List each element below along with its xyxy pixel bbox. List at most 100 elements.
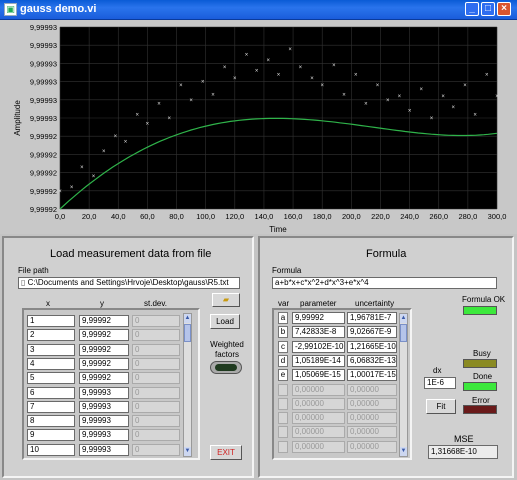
parameter-table-scrollbar[interactable]: ▲ ▼ <box>399 313 408 457</box>
data-x-cell[interactable]: 10 <box>27 443 75 456</box>
parameter-cell[interactable]: 9,99992 <box>292 312 345 324</box>
amplitude-graph: 9,99993 9,99993 9,99993 9,99993 9,99993 9,999… <box>0 20 517 234</box>
parameter-cell[interactable]: 0,00000 <box>292 426 345 439</box>
uncertainty-cell[interactable]: 1,96781E-7 <box>347 312 397 324</box>
data-x-cell[interactable]: 9 <box>27 429 75 442</box>
data-y-cell[interactable]: 9,99992 <box>79 372 129 385</box>
var-name-cell[interactable]: c <box>278 340 288 353</box>
var-name-cell[interactable]: d <box>278 354 288 367</box>
file-path-input[interactable]: ▯ C:\Documents and Settings\Hrvoje\Deskt… <box>18 277 240 289</box>
data-stdev-cell[interactable]: 0 <box>132 443 180 456</box>
data-table-scrollbar[interactable]: ▲ ▼ <box>183 313 192 457</box>
data-stdev-cell[interactable]: 0 <box>132 386 180 399</box>
scroll-down-icon[interactable]: ▼ <box>184 447 191 456</box>
data-x-cell[interactable]: 2 <box>27 329 75 342</box>
data-y-cell[interactable]: 9,99993 <box>79 400 129 413</box>
var-name-cell[interactable] <box>278 426 288 439</box>
data-y-cell[interactable]: 9,99992 <box>79 343 129 356</box>
data-x-cell[interactable]: 7 <box>27 400 75 413</box>
formula-input[interactable]: a+b*x+c*x^2+d*x^3+e*x^4 <box>272 277 497 289</box>
minimize-button[interactable]: _ <box>465 2 479 16</box>
parameter-cell[interactable]: -2,99102E-10 <box>292 340 345 353</box>
var-name-cell[interactable]: e <box>278 369 288 382</box>
data-y-cell[interactable]: 9,99992 <box>79 315 129 327</box>
var-name-cell[interactable]: a <box>278 312 288 324</box>
data-stdev-cell[interactable]: 0 <box>132 329 180 342</box>
uncertainty-cell[interactable]: 6,06832E-13 <box>347 354 397 367</box>
scroll-down-icon[interactable]: ▼ <box>400 447 407 456</box>
y-tick-label: 9,99993 <box>30 114 57 123</box>
weighted-factors-toggle[interactable] <box>210 361 242 374</box>
toggle-indicator <box>215 364 237 371</box>
parameter-cell[interactable]: 0,00000 <box>292 383 345 396</box>
uncertainty-cell[interactable]: 1,00017E-15 <box>347 369 397 382</box>
data-point: × <box>376 83 380 89</box>
scroll-thumb[interactable] <box>184 324 191 342</box>
var-name-cell[interactable]: b <box>278 326 288 339</box>
data-x-cell[interactable]: 5 <box>27 372 75 385</box>
col-stdev-header: st.dev. <box>144 299 167 308</box>
var-name-cell[interactable] <box>278 383 288 396</box>
y-tick-label: 9,99992 <box>30 205 57 214</box>
parameter-cell[interactable]: 0,00000 <box>292 440 345 453</box>
scroll-up-icon[interactable]: ▲ <box>184 314 191 323</box>
data-x-cell[interactable]: 4 <box>27 357 75 370</box>
parameter-cell[interactable]: 7,42833E-8 <box>292 326 345 339</box>
busy-label: Busy <box>473 349 491 358</box>
data-x-cell[interactable]: 1 <box>27 315 75 327</box>
dx-input[interactable]: 1E-6 <box>424 377 456 389</box>
y-tick-label: 9,99992 <box>30 187 57 196</box>
data-x-cell[interactable]: 3 <box>27 343 75 356</box>
data-stdev-cell[interactable]: 0 <box>132 315 180 327</box>
maximize-button[interactable]: □ <box>481 2 495 16</box>
uncertainty-cell[interactable]: 0,00000 <box>347 412 397 425</box>
uncertainty-cell[interactable]: 0,00000 <box>347 426 397 439</box>
busy-led <box>463 359 497 368</box>
parameter-cell[interactable]: 0,00000 <box>292 397 345 410</box>
data-y-cell[interactable]: 9,99992 <box>79 357 129 370</box>
uncertainty-cell[interactable]: 9,02667E-9 <box>347 326 397 339</box>
data-y-cell[interactable]: 9,99993 <box>79 443 129 456</box>
x-tick-label: 40,0 <box>111 212 126 221</box>
data-y-cell[interactable]: 9,99993 <box>79 386 129 399</box>
data-point: × <box>288 47 292 53</box>
x-tick-label: 100,0 <box>196 212 215 221</box>
data-y-cell[interactable]: 9,99993 <box>79 429 129 442</box>
formula-ok-label: Formula OK <box>462 295 506 304</box>
data-stdev-cell[interactable]: 0 <box>132 372 180 385</box>
exit-button[interactable]: EXIT <box>210 445 242 460</box>
data-y-cell[interactable]: 9,99993 <box>79 415 129 428</box>
data-point: × <box>201 80 205 86</box>
uncertainty-cell[interactable]: 0,00000 <box>347 383 397 396</box>
data-point: × <box>102 149 106 155</box>
data-x-cell[interactable]: 8 <box>27 415 75 428</box>
data-stdev-cell[interactable]: 0 <box>132 400 180 413</box>
data-y-cell[interactable]: 9,99992 <box>79 329 129 342</box>
var-name-cell[interactable] <box>278 397 288 410</box>
parameter-cell[interactable]: 1,05069E-15 <box>292 369 345 382</box>
parameter-cell[interactable]: 0,00000 <box>292 412 345 425</box>
uncertainty-cell[interactable]: 1,21665E-10 <box>347 340 397 353</box>
x-tick-label: 160,0 <box>284 212 303 221</box>
data-point: × <box>124 140 128 146</box>
uncertainty-cell[interactable]: 0,00000 <box>347 397 397 410</box>
data-x-cell[interactable]: 6 <box>27 386 75 399</box>
data-stdev-cell[interactable]: 0 <box>132 429 180 442</box>
scroll-thumb[interactable] <box>400 324 407 342</box>
load-section-title: Load measurement data from file <box>50 248 212 260</box>
load-button[interactable]: Load <box>210 314 240 329</box>
y-axis-label: Amplitude <box>13 100 22 136</box>
data-point: × <box>80 165 84 171</box>
close-button[interactable]: × <box>497 2 511 16</box>
parameter-cell[interactable]: 1,05189E-14 <box>292 354 345 367</box>
data-stdev-cell[interactable]: 0 <box>132 343 180 356</box>
fit-button[interactable]: Fit <box>426 399 456 414</box>
var-name-cell[interactable] <box>278 440 288 453</box>
browse-folder-button[interactable]: ▰ <box>212 293 240 307</box>
col-x-header: x <box>46 299 50 308</box>
scroll-up-icon[interactable]: ▲ <box>400 314 407 323</box>
data-stdev-cell[interactable]: 0 <box>132 415 180 428</box>
data-stdev-cell[interactable]: 0 <box>132 357 180 370</box>
var-name-cell[interactable] <box>278 412 288 425</box>
uncertainty-cell[interactable]: 0,00000 <box>347 440 397 453</box>
